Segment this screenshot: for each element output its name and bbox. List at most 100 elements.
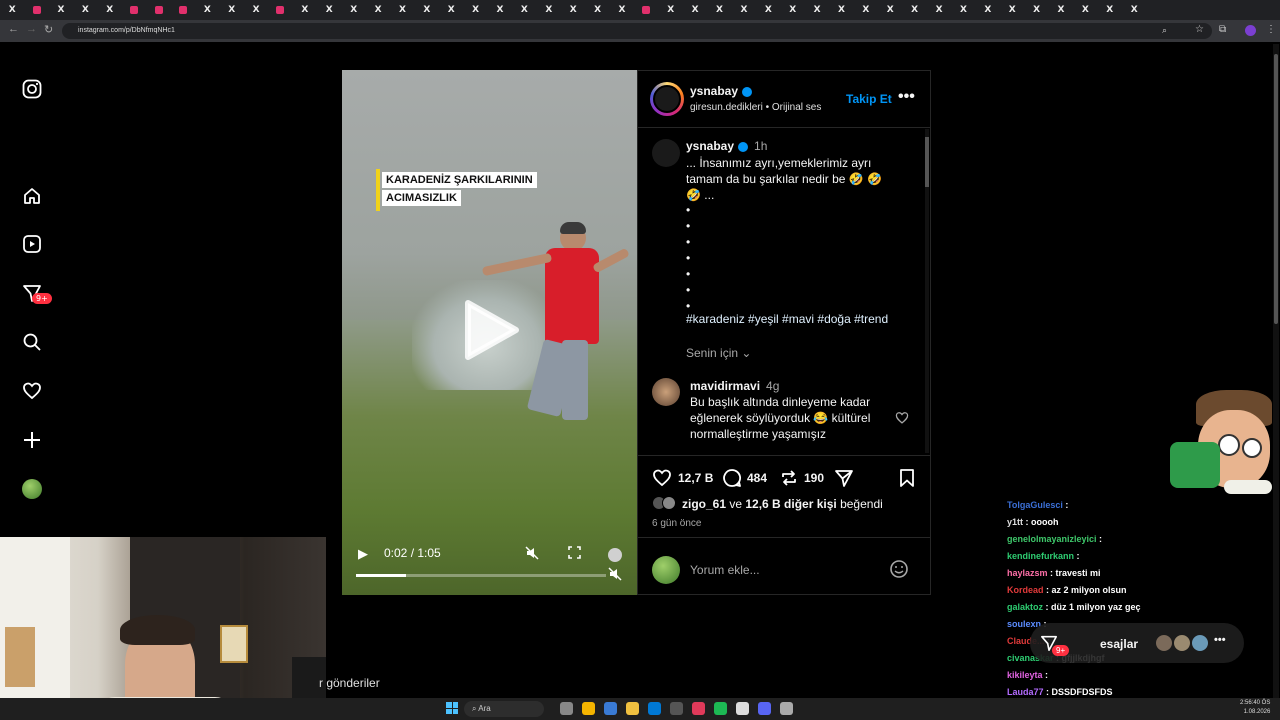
browser-tab[interactable]: X [195,0,219,20]
comment-input[interactable]: Yorum ekle... [690,563,760,577]
profile-avatar-nav[interactable] [20,477,44,501]
chat-username[interactable]: genelolmayanizleyici [1007,534,1097,544]
browser-tab[interactable]: X [293,0,317,20]
back-icon[interactable]: ← [8,23,19,35]
subtitle-account[interactable]: giresun.dedikleri [690,102,763,113]
create-plus-icon[interactable] [20,428,44,452]
taskbar-app-icon[interactable] [648,702,661,715]
chat-username[interactable]: galaktoz [1007,602,1043,612]
share-icon[interactable] [834,468,854,488]
browser-tab[interactable]: X [0,0,24,20]
taskbar-app-icon[interactable] [780,702,793,715]
url-field[interactable]: instagram.com/p/DbNfmqNHc1 [62,23,1212,39]
follow-button[interactable]: Takip Et [846,92,892,106]
comment-like-icon[interactable] [895,411,909,425]
taskbar-app-icon[interactable] [604,702,617,715]
chat-username[interactable]: kendinefurkann [1007,551,1074,561]
taskbar-app-icon[interactable] [560,702,573,715]
browser-tab[interactable]: X [1049,0,1073,20]
browser-tab[interactable]: X [244,0,268,20]
comments-scrollbar[interactable] [925,129,929,453]
browser-tab[interactable]: X [561,0,585,20]
extensions-icon[interactable]: ⧉ [1219,24,1226,35]
chat-username[interactable]: haylazsm [1007,568,1048,578]
browser-tab[interactable]: X [220,0,244,20]
browser-tab[interactable]: X [488,0,512,20]
browser-tab[interactable] [634,0,658,20]
browser-tab[interactable]: X [756,0,780,20]
browser-tab[interactable]: X [732,0,756,20]
browser-tab[interactable]: X [976,0,1000,20]
browser-tab[interactable]: X [463,0,487,20]
progress-track[interactable] [356,574,606,577]
for-you-dropdown[interactable]: Senin için ⌄ [686,346,751,360]
browser-tab[interactable]: X [1098,0,1122,20]
taskbar-search[interactable]: ⌕ Ara [464,701,544,717]
posted-ago[interactable]: 6 gün önce [652,518,702,529]
reel-video[interactable]: KARADENİZ ŞARKILARININ ACIMASIZLIK ▶ 0:0… [342,70,637,595]
search-icon[interactable] [20,330,44,354]
play-button-icon[interactable]: ▶ [358,546,368,562]
taskbar-app-icon[interactable] [736,702,749,715]
browser-tab[interactable]: X [707,0,731,20]
chat-username[interactable]: y1tt [1007,517,1023,527]
browser-tab[interactable]: X [49,0,73,20]
comment-icon[interactable] [722,468,742,488]
browser-tab[interactable] [122,0,146,20]
emoji-icon[interactable] [889,559,909,579]
browser-tab[interactable]: X [98,0,122,20]
browser-tab[interactable]: X [1122,0,1146,20]
repost-icon[interactable] [779,468,799,488]
reload-icon[interactable]: ↻ [44,23,53,36]
browser-tab[interactable]: X [951,0,975,20]
subtitle-audio[interactable]: Orijinal ses [772,102,821,113]
browser-tab[interactable]: X [1073,0,1097,20]
browser-tab[interactable]: X [683,0,707,20]
chat-username[interactable]: Kordead [1007,585,1044,595]
browser-tab[interactable]: X [1024,0,1048,20]
browser-tab[interactable]: X [781,0,805,20]
home-icon[interactable] [20,184,44,208]
more-options-icon[interactable]: ••• [898,88,915,106]
browser-tab[interactable]: X [659,0,683,20]
browser-tab[interactable]: X [366,0,390,20]
likes-count[interactable]: 12,7 B [678,471,713,485]
instagram-logo-icon[interactable] [20,77,44,101]
liked-by-user[interactable]: zigo_61 [682,497,726,511]
author-username[interactable]: ysnabay [690,84,753,98]
like-icon[interactable] [652,468,672,488]
browser-tab[interactable]: X [415,0,439,20]
author-avatar-ring[interactable] [650,82,684,116]
hashtags[interactable]: #karadeniz #yeşil #mavi #doğa #trend [686,312,888,326]
browser-tab[interactable] [24,0,48,20]
browser-tab[interactable]: X [73,0,97,20]
browser-tab[interactable]: X [439,0,463,20]
taskbar-app-icon[interactable] [714,702,727,715]
bookmark-star-icon[interactable]: ☆ [1195,24,1204,35]
browser-tab[interactable] [146,0,170,20]
browser-tab[interactable]: X [537,0,561,20]
play-overlay-icon[interactable] [462,299,520,361]
browser-tab[interactable] [268,0,292,20]
taskbar-app-icon[interactable] [582,702,595,715]
comments-count[interactable]: 484 [747,471,767,485]
browser-tab[interactable] [171,0,195,20]
save-bookmark-icon[interactable] [898,468,916,488]
browser-tab[interactable]: X [317,0,341,20]
browser-tab[interactable]: X [341,0,365,20]
profile-avatar[interactable] [1245,25,1256,36]
browser-tab[interactable]: X [878,0,902,20]
browser-tab[interactable]: X [512,0,536,20]
chat-username[interactable]: Lauda77 [1007,687,1044,697]
volume-knob[interactable] [608,548,622,562]
taskbar-clock[interactable]: 2:56:40 ÖS 1.08.2026 [1240,699,1270,717]
browser-tab[interactable]: X [805,0,829,20]
chat-username[interactable]: TolgaGulesci [1007,500,1063,510]
reposts-count[interactable]: 190 [804,471,824,485]
taskbar-app-icon[interactable] [692,702,705,715]
taskbar-app-icon[interactable] [626,702,639,715]
browser-tab[interactable]: X [902,0,926,20]
forward-icon[interactable]: → [26,23,37,35]
browser-tab[interactable]: X [1000,0,1024,20]
browser-tab[interactable]: X [829,0,853,20]
